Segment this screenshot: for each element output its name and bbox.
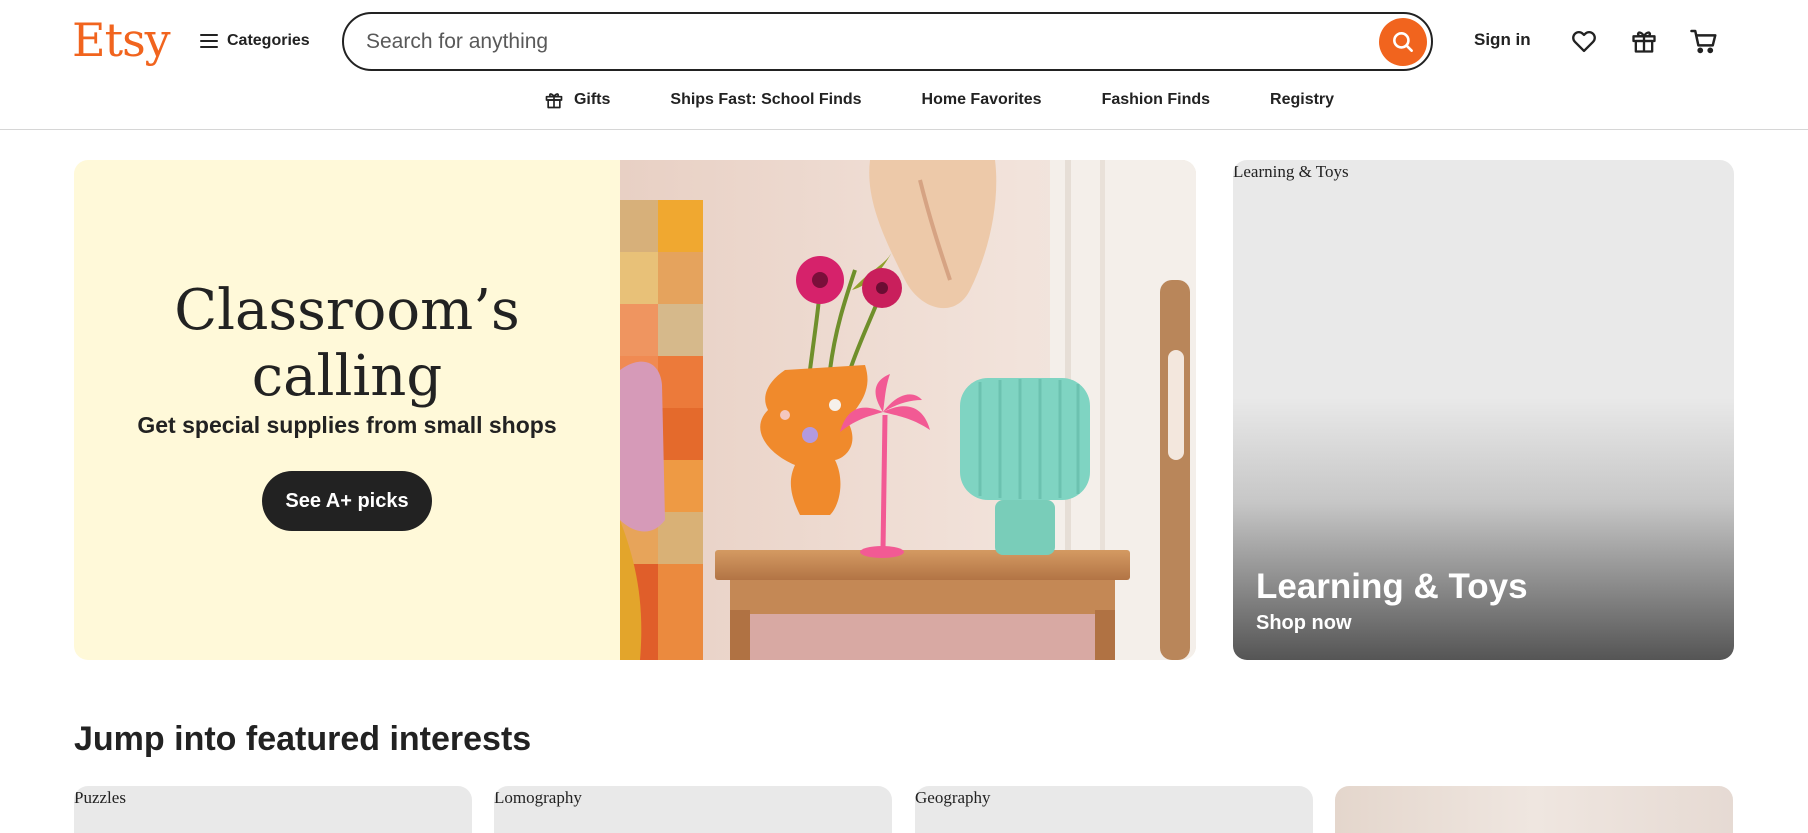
learning-toys-card[interactable]: Learning & Toys Learning & Toys Shop now <box>1233 160 1734 660</box>
gift-mode-button[interactable] <box>1627 24 1661 58</box>
card-title: Learning & Toys <box>1256 567 1528 606</box>
subnav-ships-fast[interactable]: Ships Fast: School Finds <box>670 91 861 109</box>
search-icon <box>1393 32 1413 52</box>
categories-button[interactable]: Categories <box>200 26 310 56</box>
interest-tile-photo[interactable] <box>1335 786 1733 833</box>
subnav-home-favorites[interactable]: Home Favorites <box>922 91 1042 109</box>
hero-title: Classroom’s calling <box>174 278 519 410</box>
interest-tile-geography[interactable]: Geography <box>915 786 1313 833</box>
etsy-logo[interactable]: Etsy <box>72 12 171 68</box>
hero-photo[interactable] <box>620 160 1196 660</box>
tile-label: Lomography <box>494 788 582 807</box>
interest-tile-puzzles[interactable]: Puzzles <box>74 786 472 833</box>
sign-in-link[interactable]: Sign in <box>1474 30 1531 50</box>
tile-label: Geography <box>915 788 991 807</box>
hero-title-line: calling <box>251 344 443 409</box>
see-picks-button[interactable]: See A+ picks <box>262 471 432 531</box>
hero-banner: Classroom’s calling Get special supplies… <box>74 160 1196 660</box>
favorites-button[interactable] <box>1567 24 1601 58</box>
site-header: Etsy Categories Sign in <box>0 0 1808 130</box>
gift-icon <box>545 93 563 109</box>
subnav-label: Gifts <box>573 91 611 108</box>
categories-label: Categories <box>227 32 310 49</box>
hamburger-icon <box>200 34 218 48</box>
shop-now-link[interactable]: Shop now <box>1256 612 1352 635</box>
cart-icon <box>1690 29 1717 54</box>
subnav-gifts[interactable]: Gifts <box>544 90 610 110</box>
heart-icon <box>1572 30 1596 53</box>
featured-interests-heading: Jump into featured interests <box>74 720 532 758</box>
sub-navigation: Gifts Ships Fast: School Finds Home Favo… <box>0 86 1808 114</box>
hero-subtitle: Get special supplies from small shops <box>137 412 557 438</box>
hero-title-line: Classroom’s <box>174 278 520 343</box>
subnav-fashion-finds[interactable]: Fashion Finds <box>1102 91 1210 109</box>
tile-label: Puzzles <box>74 788 126 807</box>
gift-icon <box>1632 31 1656 53</box>
search-button[interactable] <box>1379 18 1427 66</box>
search-bar <box>342 12 1433 71</box>
search-input[interactable] <box>366 25 1346 59</box>
card-image-alt: Learning & Toys <box>1233 162 1349 181</box>
hero-text-panel: Classroom’s calling Get special supplies… <box>74 160 620 660</box>
subnav-registry[interactable]: Registry <box>1270 91 1334 109</box>
interest-tile-lomography[interactable]: Lomography <box>494 786 892 833</box>
cart-button[interactable] <box>1687 24 1721 58</box>
